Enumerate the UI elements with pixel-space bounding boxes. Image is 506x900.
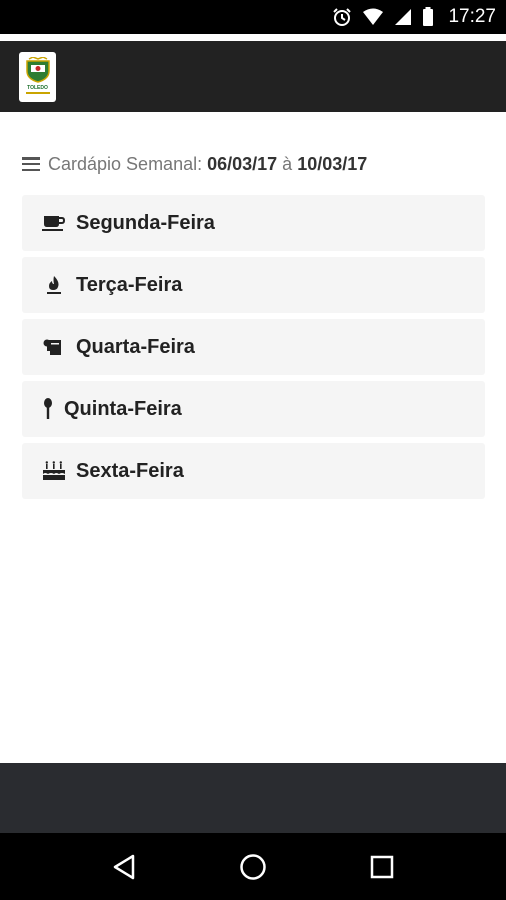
week-menu-heading: Cardápio Semanal: 06/03/17 à 10/03/17 [22, 152, 367, 176]
paper-roll-icon [42, 337, 66, 357]
battery-icon [422, 7, 434, 27]
status-icons: 17:27 [332, 0, 496, 34]
birthday-cake-icon [42, 461, 66, 481]
day-label: Sexta-Feira [76, 459, 184, 482]
system-nav-bar [0, 833, 506, 900]
day-item-terca[interactable]: Terça-Feira [22, 257, 485, 313]
logo-text: TOLEDO [27, 85, 48, 91]
divider [0, 34, 506, 41]
day-label: Quinta-Feira [64, 397, 182, 420]
day-label: Terça-Feira [76, 273, 183, 296]
end-date: 10/03/17 [297, 153, 368, 174]
day-item-quinta[interactable]: Quinta-Feira [22, 381, 485, 437]
crest-icon [25, 57, 50, 83]
signal-icon [394, 8, 412, 26]
home-button[interactable] [228, 842, 278, 892]
status-bar: 17:27 [0, 0, 506, 34]
day-item-sexta[interactable]: Sexta-Feira [22, 443, 485, 499]
app-logo[interactable]: TOLEDO [19, 52, 56, 102]
back-icon [114, 854, 135, 879]
status-time: 17:27 [448, 6, 496, 27]
alarm-icon [332, 7, 352, 27]
recents-icon [370, 855, 393, 878]
day-item-quarta[interactable]: Quarta-Feira [22, 319, 485, 375]
day-label: Segunda-Feira [76, 211, 215, 234]
heading-label: Cardápio Semanal: [48, 153, 203, 174]
start-date: 06/03/17 [207, 153, 278, 174]
home-icon [240, 853, 266, 880]
day-label: Quarta-Feira [76, 335, 195, 358]
footer [0, 763, 506, 833]
spoon-icon [42, 398, 54, 419]
days-list: Segunda-Feira Terça-Feira Quarta-Feira Q… [22, 195, 485, 505]
main-content: Cardápio Semanal: 06/03/17 à 10/03/17 Se… [0, 112, 506, 763]
back-button[interactable] [99, 842, 149, 892]
date-separator: à [282, 153, 293, 174]
menu-icon[interactable] [22, 157, 40, 171]
app-bar: TOLEDO [0, 41, 506, 112]
day-item-segunda[interactable]: Segunda-Feira [22, 195, 485, 251]
coffee-cup-icon [42, 213, 66, 233]
recents-button[interactable] [357, 842, 407, 892]
fire-icon [42, 275, 66, 295]
logo-underline [25, 92, 50, 94]
wifi-icon [362, 8, 384, 26]
